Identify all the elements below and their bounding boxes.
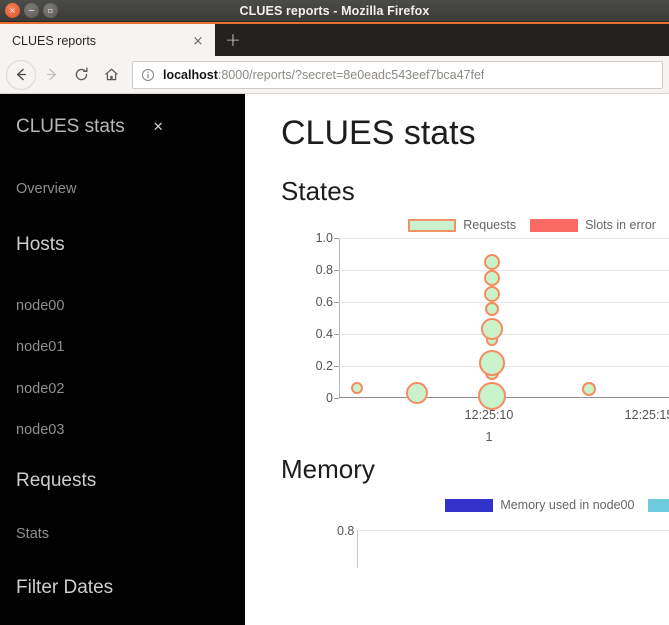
data-point-bubble[interactable] <box>483 254 500 270</box>
section-heading-states: States <box>281 176 355 206</box>
legend-swatch-memory-node00 <box>445 498 494 512</box>
gridline <box>339 238 669 239</box>
x-tick-label: 12:25:10 <box>464 408 514 422</box>
legend-label-slots-in-error: Slots in error <box>585 218 656 232</box>
sidebar-header: CLUES stats ✕ <box>0 94 245 138</box>
window-buttons: × − ▫ <box>0 3 58 18</box>
page-title: CLUES stats <box>281 114 476 152</box>
forward-arrow-icon <box>46 68 56 81</box>
back-button[interactable] <box>6 59 36 90</box>
legend-swatch-requests <box>408 218 457 232</box>
memory-y-axis-line <box>357 530 358 568</box>
legend-item-requests[interactable]: Requests <box>408 218 516 232</box>
legend-item-memory-node01[interactable]: Memory u <box>648 498 669 512</box>
navigation-toolbar: localhost:8000/reports/?secret=8e0eadc54… <box>0 56 669 94</box>
home-button[interactable] <box>96 60 126 90</box>
tab-close-icon[interactable]: × <box>189 32 207 50</box>
y-axis-line <box>339 238 340 398</box>
data-point-bubble[interactable] <box>483 270 500 286</box>
data-point-bubble[interactable] <box>483 286 500 302</box>
data-point-bubble[interactable] <box>582 382 596 396</box>
gridline <box>339 270 669 271</box>
legend-label-requests: Requests <box>463 218 517 232</box>
window-close-button[interactable]: × <box>5 3 20 18</box>
memory-gridline <box>357 530 669 531</box>
url-text: localhost:8000/reports/?secret=8e0eadc54… <box>163 68 484 82</box>
y-tick-label: 0.2 <box>315 359 333 373</box>
site-info-icon[interactable] <box>141 68 155 82</box>
new-tab-button[interactable]: + <box>215 24 251 56</box>
legend-label-memory-node00: Memory used in node00 <box>500 498 635 512</box>
gridline <box>339 334 669 335</box>
tab-clues-reports[interactable]: CLUES reports × <box>0 24 215 56</box>
y-tick-label: 0.8 <box>315 263 333 277</box>
legend-swatch-memory-node01 <box>648 498 669 512</box>
y-tick-mark <box>334 334 339 335</box>
memory-chart-legend: Memory used in node00 Memory u <box>339 498 669 512</box>
window-minimize-button[interactable]: − <box>24 3 39 18</box>
info-circle-icon <box>142 68 154 81</box>
sidebar-item-overview[interactable]: Overview <box>0 182 245 197</box>
tab-label: CLUES reports <box>12 34 97 48</box>
sidebar-close-icon[interactable]: ✕ <box>153 120 164 135</box>
tab-strip: CLUES reports × + <box>0 22 669 56</box>
data-point-bubble[interactable] <box>478 350 505 376</box>
main-content: CLUES stats States Requests Slots in err… <box>245 94 669 625</box>
y-tick-mark <box>334 302 339 303</box>
x-tick-label: 12:25:15 <box>624 408 669 422</box>
x-axis-caption: 1 <box>485 430 493 444</box>
window-maximize-button[interactable]: ▫ <box>43 3 58 18</box>
y-tick-mark <box>334 366 339 367</box>
forward-button[interactable] <box>36 60 66 90</box>
sidebar: CLUES stats ✕ Overview Hosts node00 node… <box>0 94 245 625</box>
minimize-icon: − <box>28 5 35 15</box>
y-tick-label: 1.0 <box>315 231 333 245</box>
sidebar-item-node02[interactable]: node02 <box>0 381 245 397</box>
url-bar[interactable]: localhost:8000/reports/?secret=8e0eadc54… <box>132 60 663 89</box>
memory-chart-plot: 0.8 <box>337 518 669 568</box>
y-tick-mark <box>334 238 339 239</box>
y-tick-label: 0 <box>326 391 333 405</box>
section-heading-memory: Memory <box>281 454 375 484</box>
y-tick-mark <box>334 270 339 271</box>
y-tick-label: 0.6 <box>315 295 333 309</box>
url-path: :8000/reports/?secret=8e0eadc543eef7bca4… <box>217 67 485 82</box>
sidebar-item-stats[interactable]: Stats <box>0 526 245 542</box>
reload-icon <box>75 67 88 81</box>
legend-swatch-slots-in-error <box>530 218 579 232</box>
data-point-bubble[interactable] <box>484 302 499 316</box>
states-x-axis-labels: 12:25:1012:25:1512:251 <box>339 398 669 444</box>
close-icon: × <box>9 5 16 15</box>
data-point-bubble[interactable] <box>480 318 503 340</box>
home-icon <box>104 68 118 81</box>
states-chart-legend: Requests Slots in error Slots i <box>339 218 669 232</box>
legend-item-slots-in-error[interactable]: Slots in error <box>530 218 656 232</box>
sidebar-item-node00[interactable]: node00 <box>0 298 245 314</box>
legend-item-memory-node00[interactable]: Memory used in node00 <box>445 498 634 512</box>
sidebar-item-node01[interactable]: node01 <box>0 340 245 355</box>
states-scatter-plot: 0 0.2 0.4 0.6 0.8 1.0 <box>316 231 669 410</box>
sidebar-heading-hosts: Hosts <box>16 233 65 255</box>
sidebar-title: CLUES stats <box>16 116 125 137</box>
sidebar-heading-filter-dates: Filter Dates <box>16 577 114 598</box>
reload-button[interactable] <box>66 60 96 90</box>
maximize-icon: ▫ <box>47 5 54 15</box>
window-title: CLUES reports - Mozilla Firefox <box>239 3 430 18</box>
sidebar-item-node03[interactable]: node03 <box>0 423 245 438</box>
window-titlebar: × − ▫ CLUES reports - Mozilla Firefox <box>0 0 669 22</box>
back-arrow-icon <box>16 68 26 81</box>
url-host: localhost <box>163 67 218 82</box>
sidebar-heading-requests: Requests <box>16 469 97 491</box>
data-point-bubble[interactable] <box>350 382 363 394</box>
y-tick-label: 0.4 <box>315 327 333 341</box>
page-content: CLUES stats ✕ Overview Hosts node00 node… <box>0 94 669 625</box>
gridline <box>339 302 669 303</box>
